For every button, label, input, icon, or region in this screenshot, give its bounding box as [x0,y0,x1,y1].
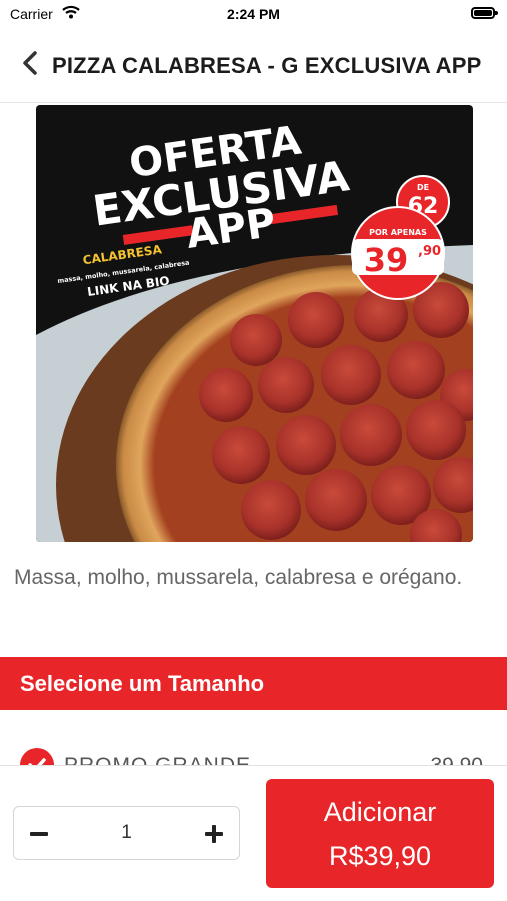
add-button-label: Adicionar [323,797,437,827]
add-button-price: R$39,90 [328,841,432,871]
page-title: PIZZA CALABRESA - G EXCLUSIVA APP [52,53,482,78]
promo-price: 39 [364,241,409,279]
check-icon [20,748,54,765]
back-chevron-icon [23,51,37,75]
back-button[interactable] [14,46,48,80]
battery-icon [471,7,498,19]
promo-cents: ,90 [418,244,441,259]
nav-bar: PIZZA CALABRESA - G EXCLUSIVA APP [0,28,507,103]
size-option-price: 39,90 [430,754,483,765]
size-option-name: PROMO GRANDE [64,754,251,765]
old-price-label: DE [417,183,429,192]
product-image: OFERTA EXCLUSIVA APP CALABRESA massa, mo… [36,105,473,542]
promo-label: POR APENAS [369,228,427,237]
quantity-stepper: 1 [13,806,240,860]
add-to-cart-button[interactable]: Adicionar R$39,90 [266,779,494,888]
size-section-header: Selecione um Tamanho [0,657,507,710]
status-bar: Carrier 2:24 PM [0,0,507,28]
clock: 2:24 PM [227,6,280,22]
bottom-bar: 1 Adicionar R$39,90 [0,765,507,901]
size-option-promo-grande[interactable]: PROMO GRANDE 39,90 [0,745,507,765]
size-section-title: Selecione um Tamanho [20,671,265,696]
product-description: Massa, molho, mussarela, calabresa e oré… [14,566,463,589]
plus-icon[interactable] [201,821,227,847]
